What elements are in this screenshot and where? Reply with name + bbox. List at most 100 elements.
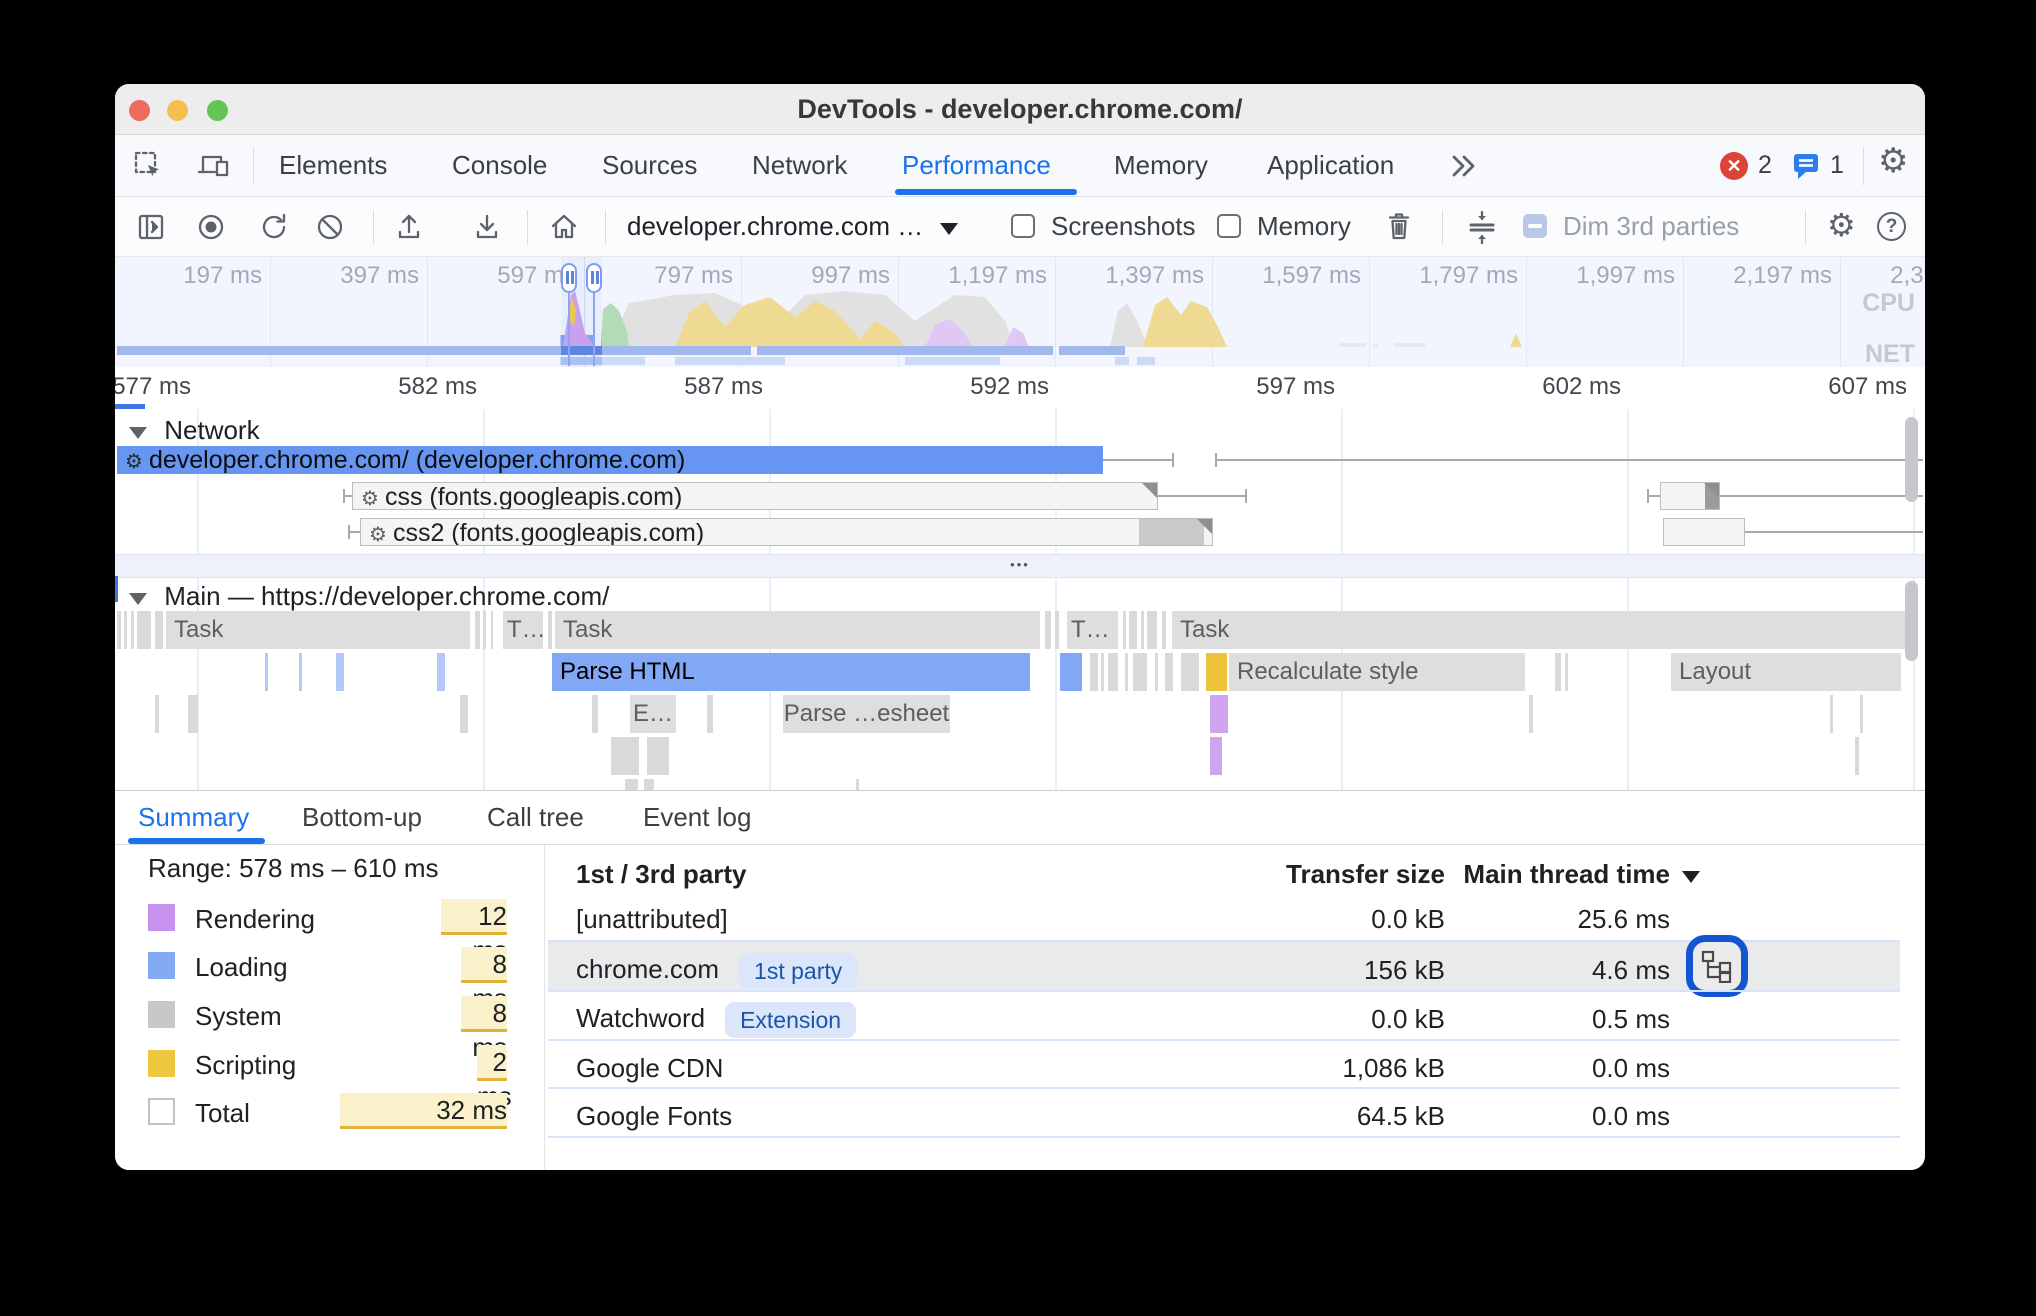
table-row-name[interactable]: Google CDN bbox=[576, 1053, 723, 1084]
column-header-main-thread[interactable]: Main thread time bbox=[1415, 859, 1700, 890]
inspect-element-icon[interactable] bbox=[133, 150, 165, 187]
tab-performance[interactable]: Performance bbox=[902, 135, 1051, 196]
parse-html-bar[interactable] bbox=[1060, 653, 1082, 691]
tab-sources[interactable]: Sources bbox=[602, 135, 697, 196]
settings-gear-icon[interactable]: ⚙ bbox=[1878, 141, 1908, 181]
parse-stylesheet-bar[interactable]: Parse …esheet bbox=[783, 695, 950, 733]
error-count[interactable]: 2 bbox=[1758, 135, 1772, 196]
flame-row-children3[interactable] bbox=[115, 779, 1925, 790]
pane-divider[interactable] bbox=[544, 845, 545, 1170]
clear-icon[interactable] bbox=[314, 211, 346, 248]
tab-console[interactable]: Console bbox=[452, 135, 547, 196]
issues-icon[interactable] bbox=[1792, 151, 1822, 186]
toggle-sidebar-icon[interactable] bbox=[135, 211, 167, 248]
track-resize-handle[interactable]: ••• bbox=[115, 554, 1925, 578]
evaluate-bar[interactable]: E… bbox=[630, 695, 676, 733]
recalculate-style-bar[interactable]: Recalculate style bbox=[1229, 653, 1525, 691]
upload-profile-icon[interactable] bbox=[393, 211, 425, 248]
tab-application[interactable]: Application bbox=[1267, 135, 1394, 196]
garbage-collect-icon[interactable] bbox=[1383, 210, 1415, 249]
divider bbox=[1805, 210, 1806, 244]
parse-html-bar[interactable]: Parse HTML bbox=[552, 653, 1030, 691]
main-track-header[interactable]: Main — https://developer.chrome.com/ bbox=[129, 581, 609, 612]
tab-bottom-up[interactable]: Bottom-up bbox=[302, 791, 422, 844]
main-scrollbar[interactable] bbox=[1905, 581, 1918, 661]
network-request-bar[interactable] bbox=[1663, 518, 1745, 546]
selection-left-handle[interactable] bbox=[561, 263, 577, 293]
flame-tick bbox=[647, 737, 669, 775]
legend-label: Loading bbox=[195, 952, 288, 983]
network-request-bar[interactable]: ⚙developer.chrome.com/ (developer.chrome… bbox=[117, 446, 1103, 474]
third-party-tree-button[interactable] bbox=[1686, 935, 1748, 997]
request-corner bbox=[1704, 483, 1719, 498]
collapse-sanitize-icon[interactable] bbox=[1465, 210, 1499, 249]
issue-count[interactable]: 1 bbox=[1830, 135, 1844, 196]
error-badge-icon[interactable]: ✕ bbox=[1720, 152, 1748, 180]
screenshots-label[interactable]: Screenshots bbox=[1051, 197, 1196, 256]
column-header-transfer[interactable]: Transfer size bbox=[1145, 859, 1445, 890]
dropdown-arrow-icon bbox=[940, 223, 958, 235]
layout-bar[interactable]: Layout bbox=[1671, 653, 1901, 691]
tab-call-tree[interactable]: Call tree bbox=[487, 791, 584, 844]
devtools-tab-bar: Elements Console Sources Network Perform… bbox=[115, 135, 1925, 197]
memory-checkbox[interactable] bbox=[1217, 214, 1241, 238]
task-bar[interactable]: Task bbox=[166, 611, 470, 649]
history-selector[interactable]: developer.chrome.com … bbox=[627, 197, 958, 256]
network-request-bar[interactable]: ⚙css2 (fonts.googleapis.com) bbox=[360, 518, 1213, 546]
task-bar[interactable]: T… bbox=[1067, 611, 1118, 649]
more-tabs-icon[interactable] bbox=[1448, 152, 1478, 185]
task-bar[interactable]: Task bbox=[555, 611, 1040, 649]
table-row-time: 0.0 ms bbox=[1385, 1053, 1670, 1084]
column-header-party[interactable]: 1st / 3rd party bbox=[576, 859, 747, 890]
tab-network[interactable]: Network bbox=[752, 135, 847, 196]
flame-row-children2[interactable] bbox=[115, 737, 1925, 775]
task-bar[interactable]: Task bbox=[1172, 611, 1905, 649]
task-bar[interactable]: T… bbox=[503, 611, 543, 649]
help-icon[interactable]: ? bbox=[1877, 212, 1906, 241]
capture-settings-gear-icon[interactable]: ⚙ bbox=[1827, 206, 1856, 244]
flame-tick bbox=[117, 611, 121, 649]
ruler-tick-label: 607 ms bbox=[1783, 373, 1907, 401]
tab-memory[interactable]: Memory bbox=[1114, 135, 1208, 196]
download-profile-icon[interactable] bbox=[471, 211, 503, 248]
request-whisker bbox=[348, 531, 360, 533]
flame-tick bbox=[1860, 695, 1863, 733]
dim-3rd-parties-checkbox[interactable] bbox=[1523, 214, 1547, 238]
flame-tick bbox=[548, 611, 552, 649]
network-scrollbar[interactable] bbox=[1905, 417, 1918, 502]
device-toolbar-icon[interactable] bbox=[197, 150, 231, 187]
selection-right-handle[interactable] bbox=[586, 263, 602, 293]
flame-tick bbox=[1090, 653, 1098, 691]
tab-elements[interactable]: Elements bbox=[279, 135, 387, 196]
network-request-bar[interactable]: ⚙css (fonts.googleapis.com) bbox=[352, 482, 1158, 510]
tab-summary[interactable]: Summary bbox=[138, 791, 249, 844]
home-icon[interactable] bbox=[547, 210, 581, 249]
flame-row-parse[interactable]: Parse HTML Recalculate style Layout bbox=[115, 653, 1925, 691]
performance-toolbar: developer.chrome.com … Screenshots Memor… bbox=[115, 197, 1925, 257]
table-row-name[interactable]: chrome.com1st party bbox=[576, 951, 857, 989]
bottom-tabs-border bbox=[115, 844, 1925, 845]
network-track-header[interactable]: Network bbox=[129, 415, 260, 446]
row-separator bbox=[548, 1087, 1900, 1089]
reload-record-icon[interactable] bbox=[258, 211, 290, 248]
legend-label: System bbox=[195, 1001, 282, 1032]
divider bbox=[605, 210, 606, 244]
tab-event-log[interactable]: Event log bbox=[643, 791, 751, 844]
memory-checkbox-label[interactable]: Memory bbox=[1257, 197, 1351, 256]
request-settings-icon: ⚙ bbox=[361, 522, 393, 546]
timeline-overview[interactable]: 197 ms397 ms597 ms797 ms997 ms1,197 ms1,… bbox=[115, 257, 1925, 367]
flame-tick bbox=[1162, 611, 1166, 649]
table-row-name[interactable]: [unattributed] bbox=[576, 904, 728, 935]
network-request-bar[interactable] bbox=[1660, 482, 1720, 510]
table-row-name[interactable]: Google Fonts bbox=[576, 1101, 732, 1132]
record-icon[interactable] bbox=[195, 211, 227, 248]
resize-dots: ••• bbox=[115, 557, 1925, 572]
request-whisker bbox=[1745, 531, 1923, 533]
flame-row-children[interactable]: E… Parse …esheet bbox=[115, 695, 1925, 733]
screenshots-checkbox[interactable] bbox=[1011, 214, 1035, 238]
flame-row-tasks[interactable]: Task T… Task T… Task bbox=[115, 611, 1925, 649]
flame-tick bbox=[1210, 737, 1222, 775]
table-row-time: 4.6 ms bbox=[1385, 955, 1670, 986]
table-row-name[interactable]: WatchwordExtension bbox=[576, 1000, 856, 1038]
scripting-bar[interactable] bbox=[1206, 653, 1227, 691]
